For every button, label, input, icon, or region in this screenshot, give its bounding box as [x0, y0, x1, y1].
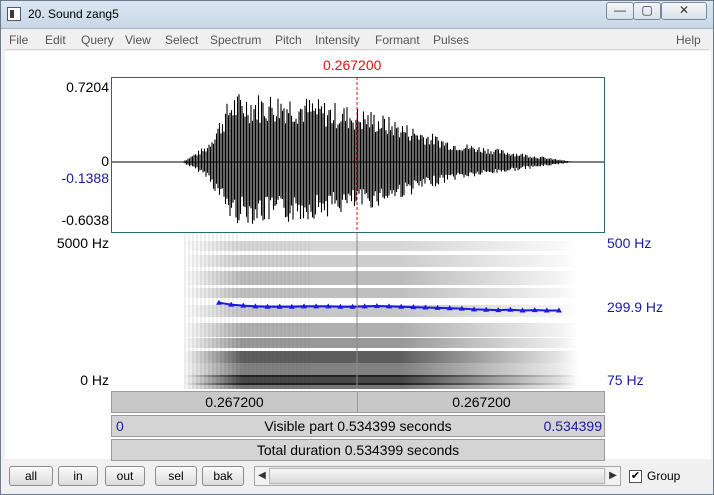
maximize-button[interactable]: ▢: [633, 2, 661, 20]
pitch-value-label: 299.9 Hz: [607, 299, 664, 315]
scrollbar-thumb[interactable]: [269, 468, 605, 484]
visible-end-time: 0.534399: [543, 418, 602, 434]
scroll-left-icon[interactable]: ◀: [255, 467, 269, 485]
zoom-in-button[interactable]: in: [58, 466, 98, 486]
right-segment-duration[interactable]: 0.267200: [359, 392, 604, 412]
total-duration-bar[interactable]: Total duration 0.534399 seconds: [111, 439, 605, 461]
pitch-top-label: 500 Hz: [607, 235, 652, 251]
visible-part-bar[interactable]: 0 Visible part 0.534399 seconds 0.534399: [111, 415, 605, 437]
waveform-zero-label: 0: [101, 153, 109, 169]
praat-sound-window: 20. Sound zang5 — ▢ ✕ File Edit Query Vi…: [0, 0, 714, 495]
menu-select[interactable]: Select: [165, 33, 198, 47]
left-segment-duration[interactable]: 0.267200: [112, 392, 358, 412]
menu-spectrum[interactable]: Spectrum: [210, 33, 261, 47]
menu-formant[interactable]: Formant: [375, 33, 420, 47]
zoom-all-button[interactable]: all: [9, 466, 53, 486]
pitch-bottom-label: 75 Hz: [607, 372, 644, 388]
app-icon: [7, 7, 21, 21]
bottom-toolbar: all in out sel bak ◀ ▶ ✔ Group: [5, 461, 711, 493]
cursor-line: [356, 77, 358, 389]
menu-help[interactable]: Help: [676, 33, 701, 47]
waveform-min-label: -0.6038: [61, 212, 109, 228]
zoom-out-button[interactable]: out: [105, 466, 145, 486]
cursor-time-label: 0.267200: [323, 57, 382, 73]
spectrogram-top-freq-label: 5000 Hz: [56, 235, 109, 251]
close-button[interactable]: ✕: [661, 2, 707, 20]
menu-pulses[interactable]: Pulses: [433, 33, 469, 47]
window-title: 20. Sound zang5: [28, 7, 119, 21]
menu-edit[interactable]: Edit: [45, 33, 66, 47]
title-bar[interactable]: 20. Sound zang5 — ▢ ✕: [1, 1, 713, 29]
minimize-button[interactable]: —: [606, 2, 634, 20]
time-scrollbar[interactable]: ◀ ▶: [254, 466, 621, 486]
selection-time-bar[interactable]: 0.267200 0.267200: [111, 391, 605, 413]
waveform-cursor-value-label: -0.1388: [61, 170, 109, 186]
visible-part-label: Visible part 0.534399 seconds: [264, 418, 452, 434]
zoom-back-button[interactable]: bak: [202, 466, 244, 486]
menu-view[interactable]: View: [125, 33, 151, 47]
group-checkbox[interactable]: ✔: [629, 470, 642, 483]
total-duration-label: Total duration 0.534399 seconds: [256, 442, 460, 458]
menu-pitch[interactable]: Pitch: [275, 33, 302, 47]
menu-intensity[interactable]: Intensity: [315, 33, 360, 47]
waveform-max-label: 0.7204: [66, 79, 109, 95]
menu-file[interactable]: File: [9, 33, 28, 47]
menu-query[interactable]: Query: [81, 33, 114, 47]
spectrogram-bottom-freq-label: 0 Hz: [80, 372, 109, 388]
zoom-selection-button[interactable]: sel: [155, 466, 197, 486]
menu-bar: File Edit Query View Select Spectrum Pit…: [5, 30, 709, 50]
group-label: Group: [647, 469, 681, 483]
scroll-right-icon[interactable]: ▶: [606, 467, 620, 485]
